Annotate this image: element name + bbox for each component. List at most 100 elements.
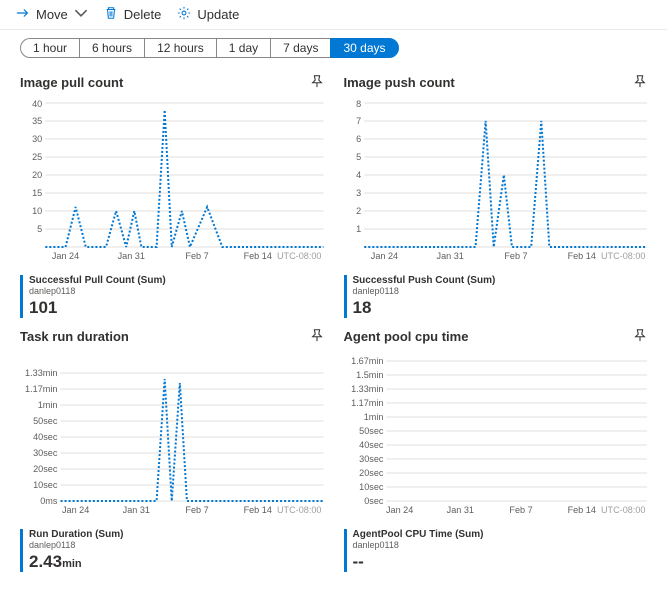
svg-text:Jan 31: Jan 31: [118, 251, 145, 261]
svg-text:50sec: 50sec: [359, 426, 384, 436]
svg-text:1min: 1min: [363, 412, 383, 422]
tab-6-hours[interactable]: 6 hours: [79, 38, 144, 58]
svg-text:1.33min: 1.33min: [25, 368, 57, 378]
chart-legend: Successful Pull Count (Sum) danlep0118 1…: [20, 275, 324, 318]
chart-title: Agent pool cpu time: [344, 329, 469, 344]
chart-legend: Successful Push Count (Sum) danlep0118 1…: [344, 275, 648, 318]
pin-button[interactable]: [633, 328, 647, 345]
svg-text:Jan 24: Jan 24: [52, 251, 79, 261]
chart-task-run-duration: Task run duration 0ms 10sec: [20, 328, 324, 572]
charts-grid: Image pull count 5 10: [0, 62, 667, 584]
tab-1-day[interactable]: 1 day: [216, 38, 270, 58]
delete-button[interactable]: Delete: [104, 6, 162, 23]
svg-text:50sec: 50sec: [33, 416, 58, 426]
delete-label: Delete: [124, 7, 162, 22]
move-button[interactable]: Move: [16, 6, 88, 23]
svg-text:30sec: 30sec: [33, 448, 58, 458]
svg-text:Feb 14: Feb 14: [567, 251, 595, 261]
svg-text:3: 3: [356, 188, 361, 198]
svg-text:1min: 1min: [38, 400, 58, 410]
svg-text:10sec: 10sec: [33, 480, 58, 490]
tab-30-days[interactable]: 30 days: [330, 38, 398, 58]
chart-plot[interactable]: 5 10 15 20 25 30 35 40 Jan 24 Jan 31 Feb…: [20, 97, 324, 267]
svg-text:5: 5: [356, 152, 361, 162]
tab-7-days[interactable]: 7 days: [270, 38, 330, 58]
chart-title: Image push count: [344, 75, 455, 90]
legend-resource: danlep0118: [29, 540, 324, 550]
svg-text:2: 2: [356, 206, 361, 216]
gridlines: [386, 361, 647, 501]
svg-text:0sec: 0sec: [364, 496, 384, 506]
data-series: [60, 379, 323, 501]
chart-plot[interactable]: 1 2 3 4 5 6 7 8 Jan 24 Jan 31 Feb 7 Feb …: [344, 97, 648, 267]
chart-legend: AgentPool CPU Time (Sum) danlep0118 --: [344, 529, 648, 572]
gear-icon: [177, 6, 191, 23]
trash-icon: [104, 6, 118, 23]
gridlines: [60, 373, 323, 501]
svg-text:Feb 7: Feb 7: [185, 251, 208, 261]
chart-image-push-count: Image push count 1 2: [344, 74, 648, 318]
chart-legend: Run Duration (Sum) danlep0118 2.43min: [20, 529, 324, 572]
legend-value: 2.43min: [29, 552, 324, 572]
svg-text:Jan 31: Jan 31: [446, 505, 473, 515]
tab-12-hours[interactable]: 12 hours: [144, 38, 216, 58]
legend-value: 18: [353, 298, 648, 318]
svg-text:1.5min: 1.5min: [356, 370, 383, 380]
svg-text:30sec: 30sec: [359, 454, 384, 464]
legend-resource: danlep0118: [353, 540, 648, 550]
pin-button[interactable]: [310, 74, 324, 91]
svg-text:Jan 31: Jan 31: [436, 251, 463, 261]
svg-text:Jan 31: Jan 31: [123, 505, 150, 515]
chart-agent-pool-cpu-time: Agent pool cpu time: [344, 328, 648, 572]
chevron-down-icon: [74, 6, 88, 23]
chart-plot[interactable]: 0sec 10sec 20sec 30sec 40sec 50sec 1min …: [344, 351, 648, 521]
svg-text:5: 5: [37, 224, 42, 234]
pin-button[interactable]: [633, 74, 647, 91]
move-label: Move: [36, 7, 68, 22]
toolbar: Move Delete Update: [0, 0, 667, 30]
svg-text:20sec: 20sec: [33, 464, 58, 474]
svg-text:35: 35: [32, 116, 42, 126]
svg-text:1.67min: 1.67min: [351, 356, 383, 366]
update-label: Update: [197, 7, 239, 22]
svg-text:40: 40: [32, 99, 42, 109]
update-button[interactable]: Update: [177, 6, 239, 23]
svg-text:Jan 24: Jan 24: [62, 505, 89, 515]
svg-text:30: 30: [32, 134, 42, 144]
svg-text:Jan 24: Jan 24: [370, 251, 397, 261]
legend-value: 101: [29, 298, 324, 318]
svg-text:4: 4: [356, 170, 361, 180]
legend-metric: Run Duration (Sum): [29, 529, 324, 540]
svg-text:Jan 24: Jan 24: [385, 505, 412, 515]
legend-value: --: [353, 552, 648, 572]
data-series: [45, 110, 323, 247]
svg-text:10sec: 10sec: [359, 482, 384, 492]
legend-metric: Successful Pull Count (Sum): [29, 275, 324, 286]
svg-text:Feb 7: Feb 7: [509, 505, 532, 515]
legend-resource: danlep0118: [29, 286, 324, 296]
pin-button[interactable]: [310, 328, 324, 345]
svg-text:40sec: 40sec: [33, 432, 58, 442]
svg-text:7: 7: [356, 116, 361, 126]
chart-plot[interactable]: 0ms 10sec 20sec 30sec 40sec 50sec 1min 1…: [20, 351, 324, 521]
svg-text:UTC-08:00: UTC-08:00: [277, 251, 322, 261]
data-series: [364, 121, 647, 247]
legend-resource: danlep0118: [353, 286, 648, 296]
move-icon: [16, 6, 30, 23]
svg-text:Feb 14: Feb 14: [567, 505, 595, 515]
svg-text:20sec: 20sec: [359, 468, 384, 478]
chart-title: Task run duration: [20, 329, 129, 344]
svg-text:8: 8: [356, 99, 361, 109]
chart-image-pull-count: Image pull count 5 10: [20, 74, 324, 318]
legend-metric: Successful Push Count (Sum): [353, 275, 648, 286]
svg-text:20: 20: [32, 170, 42, 180]
svg-text:UTC-08:00: UTC-08:00: [277, 505, 322, 515]
svg-text:1.17min: 1.17min: [351, 398, 383, 408]
svg-text:Feb 7: Feb 7: [185, 505, 208, 515]
svg-text:1.33min: 1.33min: [351, 384, 383, 394]
gridlines: [364, 103, 647, 247]
svg-text:6: 6: [356, 134, 361, 144]
svg-text:1: 1: [356, 224, 361, 234]
svg-text:Feb 14: Feb 14: [244, 251, 272, 261]
tab-1-hour[interactable]: 1 hour: [20, 38, 79, 58]
